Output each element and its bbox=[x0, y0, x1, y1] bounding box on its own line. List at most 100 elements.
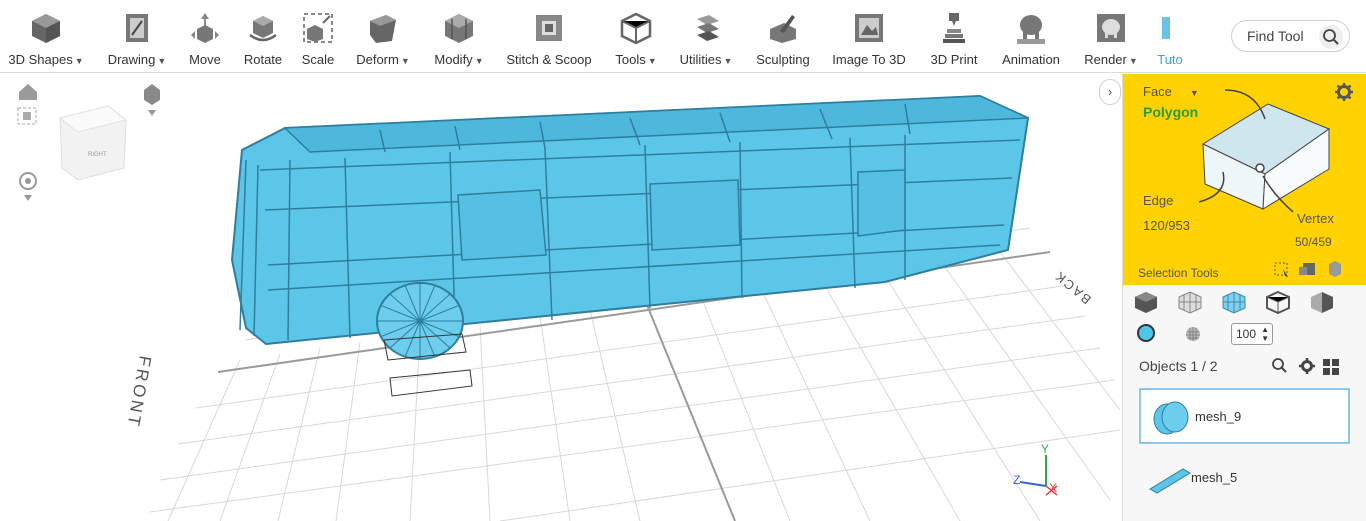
tool-render[interactable]: Render ▼ bbox=[1080, 0, 1142, 72]
tool-rotate[interactable]: Rotate bbox=[240, 0, 286, 72]
tool-modify[interactable]: Modify ▼ bbox=[430, 0, 488, 72]
axis-gizmo: Y Z X bbox=[1013, 442, 1058, 496]
axis-z-label: Z bbox=[1013, 473, 1020, 487]
main-toolbar: 3D Shapes ▼ Drawing ▼ Move Rotate Scale De… bbox=[0, 0, 1366, 73]
tool-label: Modify bbox=[434, 52, 473, 67]
cube-icon bbox=[27, 8, 65, 48]
stepper-arrows-icon[interactable]: ▲ ▼ bbox=[1261, 325, 1269, 343]
edge-label[interactable]: Edge bbox=[1143, 193, 1173, 208]
tool-label: Drawing bbox=[107, 52, 156, 67]
vertex-label[interactable]: Vertex bbox=[1297, 211, 1334, 226]
tool-3d-shapes[interactable]: 3D Shapes ▼ bbox=[4, 0, 88, 72]
modify-icon bbox=[440, 8, 478, 48]
opacity-stepper[interactable]: 100 ▲ ▼ bbox=[1231, 323, 1273, 345]
shaded-wireframe-view-icon[interactable] bbox=[1221, 290, 1247, 314]
nav-cube-right-label: RIGHT bbox=[88, 152, 107, 158]
tool-tools[interactable]: Tools ▼ bbox=[612, 0, 660, 72]
chevron-down-icon: ▼ bbox=[723, 56, 733, 66]
tool-tutorial[interactable]: Tuto bbox=[1156, 0, 1184, 72]
sculpting-icon bbox=[764, 8, 802, 48]
objects-settings-gear-icon[interactable] bbox=[1299, 358, 1315, 374]
search-icon[interactable] bbox=[1319, 25, 1343, 49]
orbit-icon[interactable] bbox=[19, 172, 37, 201]
find-tool-input[interactable]: Find Tool bbox=[1231, 20, 1350, 52]
tool-3d-print[interactable]: 3D Print bbox=[926, 0, 982, 72]
tool-label: Scale bbox=[301, 52, 335, 67]
3d-viewport[interactable]: FRONT BACK RIGHT Y Z X bbox=[0, 74, 1122, 521]
tool-label: Image To 3D bbox=[832, 52, 906, 67]
bus-thumbnail-icon bbox=[1149, 468, 1191, 494]
selection-tools-label: Selection Tools bbox=[1138, 266, 1219, 280]
select-all-icon[interactable] bbox=[1329, 261, 1341, 277]
tool-label: Tools bbox=[615, 52, 646, 67]
render-icon bbox=[1092, 8, 1130, 48]
material-color-swatch[interactable] bbox=[1137, 324, 1155, 342]
tool-label: 3D Shapes bbox=[8, 52, 73, 67]
tool-label: Animation bbox=[1002, 52, 1060, 67]
xray-view-icon[interactable] bbox=[1265, 290, 1291, 314]
display-mode-toolbar bbox=[1133, 290, 1335, 314]
home-icon[interactable] bbox=[19, 84, 37, 100]
stitch-scoop-icon bbox=[530, 8, 568, 48]
animation-icon bbox=[1012, 8, 1050, 48]
scale-icon bbox=[299, 8, 337, 48]
object-name: mesh_5 bbox=[1191, 470, 1238, 485]
section-view-icon[interactable] bbox=[1309, 290, 1335, 314]
vertex-count: 50/459 bbox=[1295, 235, 1332, 249]
back-label: BACK bbox=[1051, 268, 1094, 307]
find-tool-placeholder: Find Tool bbox=[1247, 28, 1304, 44]
front-label: FRONT bbox=[123, 354, 154, 430]
view-mode-icon[interactable] bbox=[144, 84, 160, 116]
tool-deform[interactable]: Deform ▼ bbox=[352, 0, 414, 72]
select-connected-icon[interactable] bbox=[1299, 263, 1315, 275]
move-icon bbox=[186, 8, 224, 48]
chevron-down-icon: ▼ bbox=[1128, 56, 1138, 66]
tool-label: Sculpting bbox=[756, 52, 810, 67]
chevron-down-icon: ▼ bbox=[74, 56, 84, 66]
wireframe-view-icon[interactable] bbox=[1177, 290, 1203, 314]
axis-x-label: X bbox=[1049, 481, 1057, 495]
fit-view-icon[interactable] bbox=[17, 107, 37, 125]
object-list-item[interactable]: mesh_5 bbox=[1139, 451, 1350, 507]
tool-image-to-3d[interactable]: Image To 3D bbox=[828, 0, 910, 72]
selection-mode-panel: Face ▼ Polygon Edge 120/953 Vertex 50/459… bbox=[1123, 74, 1366, 285]
rotate-icon bbox=[244, 8, 282, 48]
edge-count: 120/953 bbox=[1143, 218, 1190, 233]
grid-view-icon[interactable] bbox=[1323, 359, 1339, 375]
tools-icon bbox=[617, 8, 655, 48]
tool-scale[interactable]: Scale bbox=[298, 0, 338, 72]
tool-animation[interactable]: Animation bbox=[996, 0, 1066, 72]
chevron-down-icon: ▼ bbox=[647, 56, 657, 66]
object-name: mesh_9 bbox=[1195, 409, 1242, 424]
collapse-panel-button[interactable]: › bbox=[1099, 79, 1121, 105]
objects-header: Objects 1 / 2 bbox=[1139, 358, 1218, 374]
tool-label: Utilities bbox=[679, 52, 722, 67]
solid-view-icon[interactable] bbox=[1133, 290, 1159, 314]
tool-label: Move bbox=[189, 52, 221, 67]
opacity-value: 100 bbox=[1236, 327, 1257, 341]
chevron-right-icon: › bbox=[1107, 84, 1113, 99]
selection-mode-dropdown[interactable]: Face ▼ bbox=[1143, 84, 1199, 99]
tool-label: Rotate bbox=[243, 52, 283, 67]
chevron-down-icon: ▼ bbox=[474, 56, 484, 66]
tool-utilities[interactable]: Utilities ▼ bbox=[676, 0, 736, 72]
utilities-icon bbox=[687, 8, 725, 48]
right-panel: Face ▼ Polygon Edge 120/953 Vertex 50/459… bbox=[1122, 74, 1366, 521]
tool-label: Stitch & Scoop bbox=[506, 52, 592, 67]
search-objects-icon[interactable] bbox=[1272, 358, 1287, 373]
object-list-item[interactable]: mesh_9 bbox=[1139, 388, 1350, 444]
tool-label: Tuto bbox=[1157, 52, 1183, 67]
navigation-cube[interactable]: RIGHT bbox=[58, 105, 128, 181]
polygon-mode-label[interactable]: Polygon bbox=[1143, 104, 1198, 120]
bus-mesh[interactable] bbox=[230, 94, 1030, 346]
select-lasso-icon[interactable] bbox=[1274, 262, 1288, 277]
tool-sculpting[interactable]: Sculpting bbox=[752, 0, 814, 72]
tool-drawing[interactable]: Drawing ▼ bbox=[104, 0, 170, 72]
tool-move[interactable]: Move bbox=[184, 0, 226, 72]
wheel-thumbnail-icon bbox=[1153, 401, 1189, 435]
selection-diagram bbox=[1198, 89, 1331, 213]
texture-icon[interactable] bbox=[1185, 326, 1201, 342]
tool-label: 3D Print bbox=[930, 52, 978, 67]
tutorial-icon bbox=[1156, 8, 1184, 48]
tool-stitch-scoop[interactable]: Stitch & Scoop bbox=[503, 0, 595, 72]
